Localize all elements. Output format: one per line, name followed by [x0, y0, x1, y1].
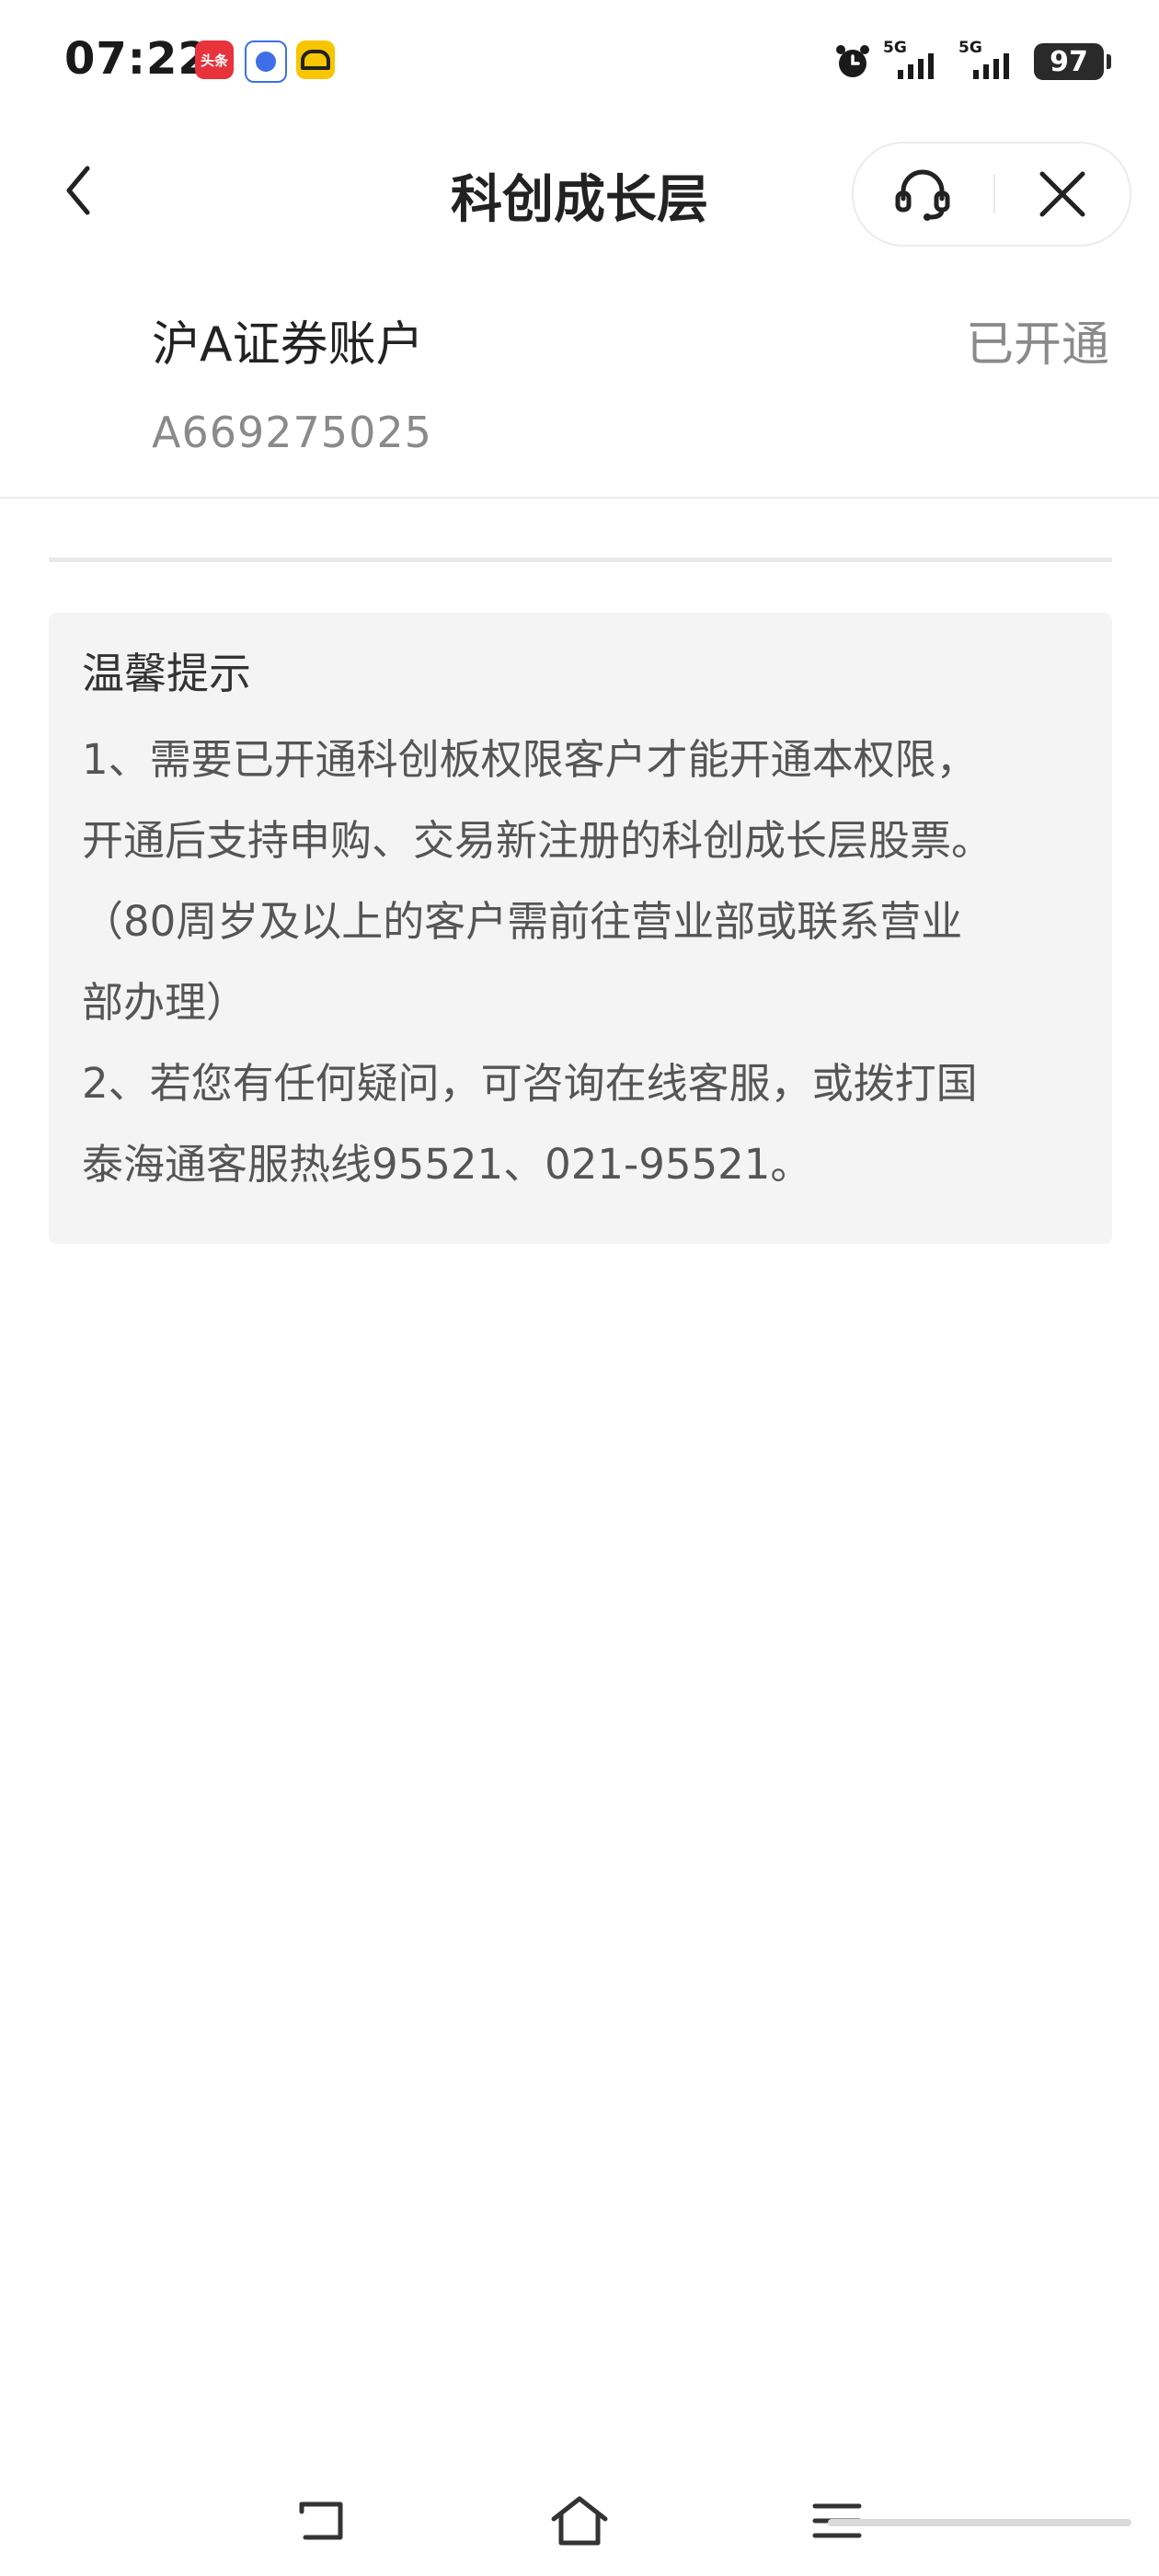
tips-line: 2、若您有任何疑问，可咨询在线客服，或拨打国 — [82, 1059, 978, 1108]
return-icon — [299, 2501, 343, 2540]
tips-line: 1、需要已开通科创板权限客户才能开通本权限， — [82, 735, 978, 784]
headset-icon — [895, 169, 950, 221]
battery-level: 97 — [1050, 45, 1088, 78]
alarm-icon — [836, 45, 869, 77]
status-bar: 07:22 头条 5G 5G 97 — [0, 0, 1159, 129]
tips-line: 泰海通客服热线95521、021-95521。 — [82, 1140, 812, 1189]
signal-2-icon: 5G — [958, 39, 1023, 81]
tips-line: （80周岁及以上的客户需前往营业部或联系营业 — [82, 897, 963, 946]
customer-service-button[interactable] — [881, 162, 964, 226]
account-name: 沪A证券账户 — [152, 317, 424, 373]
car-app-icon — [296, 40, 335, 79]
tips-line: 开通后支持申购、交易新注册的科创成长层股票。 — [82, 816, 993, 865]
tips-panel: 温馨提示 1、需要已开通科创板权限客户才能开通本权限， 开通后支持申购、交易新注… — [49, 613, 1112, 1244]
baidu-app-icon — [245, 40, 287, 83]
status-time: 07:22 — [64, 33, 210, 85]
battery-indicator: 97 — [1034, 43, 1111, 80]
account-row: 沪A证券账户 已开通 A669275025 — [0, 276, 1159, 499]
system-home-button[interactable] — [543, 2484, 616, 2558]
home-indicator[interactable] — [828, 2519, 1131, 2526]
signal-1-icon: 5G — [883, 39, 947, 81]
section-divider — [49, 558, 1112, 562]
account-status: 已开通 — [965, 317, 1109, 373]
navigation-bar: 科创成长层 — [0, 138, 1159, 248]
close-button[interactable] — [1021, 162, 1104, 226]
capsule-divider — [993, 175, 995, 213]
close-icon — [1039, 171, 1085, 217]
account-number: A669275025 — [152, 408, 432, 457]
tips-title: 温馨提示 — [82, 649, 251, 698]
system-back-button[interactable] — [285, 2484, 359, 2558]
tips-line: 部办理） — [82, 978, 248, 1027]
toutiao-app-icon: 头条 — [195, 40, 234, 79]
system-indicators: 5G 5G 97 — [833, 39, 1111, 85]
home-icon — [551, 2496, 608, 2546]
toutiao-badge-label: 头条 — [200, 52, 228, 69]
mini-program-capsule — [852, 142, 1131, 247]
